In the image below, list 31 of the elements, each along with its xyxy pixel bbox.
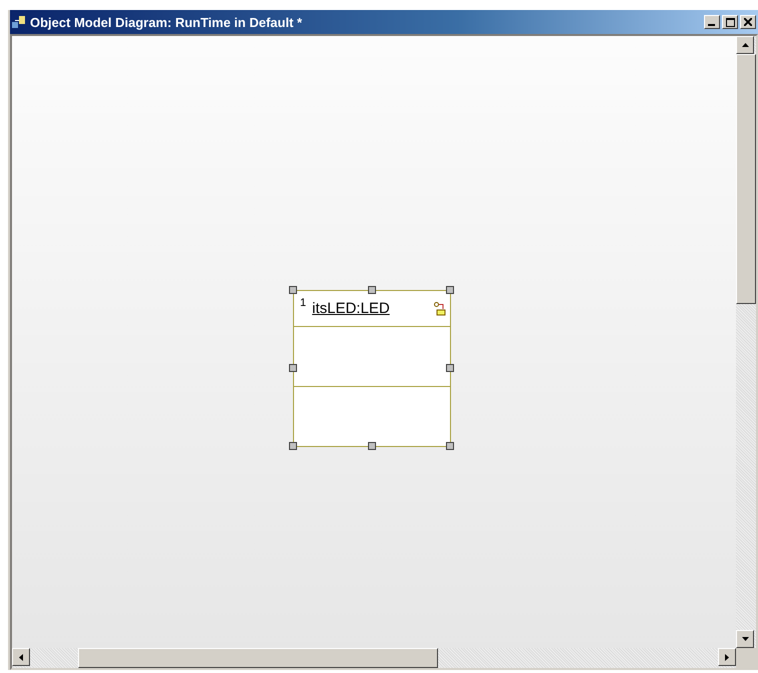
minimize-button[interactable]	[704, 15, 720, 29]
close-icon	[744, 18, 752, 26]
window-title: Object Model Diagram: RunTime in Default *	[30, 14, 304, 30]
down-arrow-icon	[742, 637, 748, 641]
close-button[interactable]	[740, 15, 756, 29]
object-name: itsLED:LED	[312, 300, 391, 317]
left-arrow-icon	[19, 654, 23, 660]
scroll-left-button[interactable]	[12, 648, 30, 666]
scroll-down-button[interactable]	[736, 630, 754, 648]
resize-handle[interactable]	[368, 286, 376, 294]
scroll-thumb[interactable]	[736, 54, 756, 304]
resize-handle[interactable]	[289, 364, 297, 372]
up-arrow-icon	[742, 43, 748, 47]
scroll-right-button[interactable]	[718, 648, 736, 666]
link-icon	[434, 302, 446, 316]
horizontal-scrollbar[interactable]	[12, 648, 736, 668]
resize-handle[interactable]	[289, 442, 297, 450]
resize-handle[interactable]	[446, 442, 454, 450]
vertical-scrollbar[interactable]	[736, 36, 756, 648]
scroll-up-button[interactable]	[736, 36, 754, 54]
resize-handle[interactable]	[368, 442, 376, 450]
resize-handle[interactable]	[446, 364, 454, 372]
resize-handle[interactable]	[289, 286, 297, 294]
right-arrow-icon	[725, 654, 729, 660]
scroll-thumb[interactable]	[78, 648, 438, 668]
diagram-icon	[12, 15, 26, 29]
maximize-button[interactable]	[722, 15, 738, 29]
resize-handle[interactable]	[446, 286, 454, 294]
multiplicity: 1	[300, 297, 306, 309]
object-box[interactable]: 1 itsLED:LED	[293, 290, 451, 447]
maximize-icon	[726, 18, 734, 26]
